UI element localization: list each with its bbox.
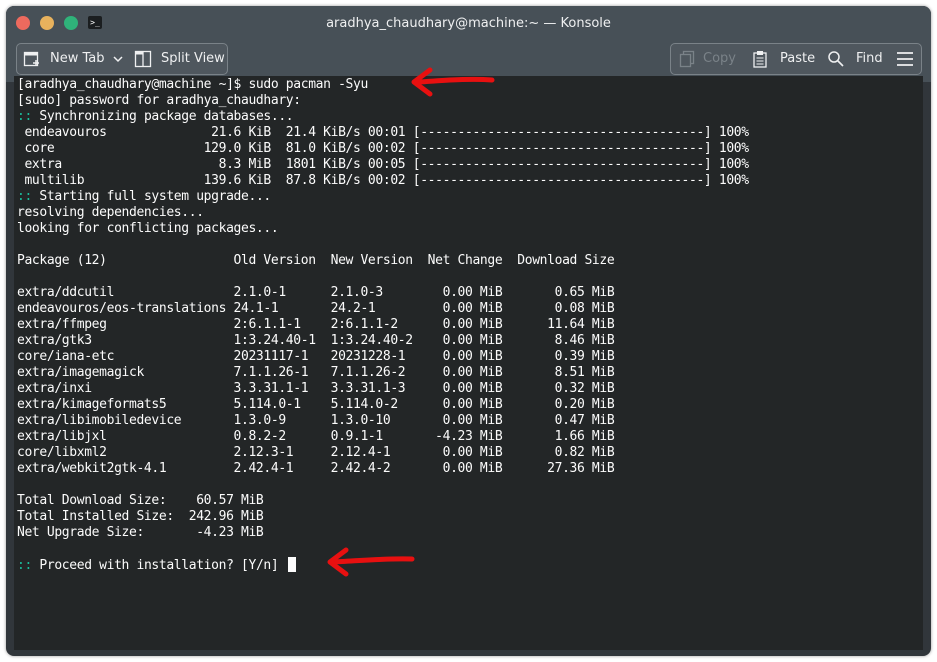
toolbar-right-group: Copy Paste Find <box>670 43 922 75</box>
package-row: extra/ddcutil 2.1.0-1 2.1.0-3 0.00 MiB 0… <box>17 285 615 300</box>
split-view-icon <box>134 50 152 68</box>
conflicts-line: looking for conflicting packages... <box>17 221 279 236</box>
sync-row: multilib 139.6 KiB 87.8 KiB/s 00:02 [---… <box>17 173 749 188</box>
find-button[interactable]: Find <box>856 44 883 74</box>
package-row: extra/ffmpeg 2:6.1.1-1 2:6.1.1-2 0.00 Mi… <box>17 317 615 332</box>
package-row: extra/kimageformats5 5.114.0-1 5.114.0-2… <box>17 397 615 412</box>
shell-prompt: [aradhya_chaudhary@machine ~]$ <box>17 77 249 92</box>
typed-command: sudo pacman -Syu <box>248 77 368 92</box>
sync-marker: :: <box>17 109 32 124</box>
proceed-marker: :: <box>17 558 40 573</box>
upgrade-marker: :: <box>17 189 32 204</box>
package-row: extra/imagemagick 7.1.1.26-1 7.1.1.26-2 … <box>17 365 615 380</box>
package-row: endeavouros/eos-translations 24.1-1 24.2… <box>17 301 615 316</box>
terminal-view[interactable]: [aradhya_chaudhary@machine ~]$ sudo pacm… <box>14 76 923 650</box>
paste-button[interactable]: Paste <box>780 44 815 74</box>
sync-header: :: Synchronizing package databases... <box>17 109 749 125</box>
package-row: extra/inxi 3.3.31.1-1 3.3.31.1-3 0.00 Mi… <box>17 381 615 396</box>
net-upgrade-size: Net Upgrade Size: -4.23 MiB <box>17 525 264 540</box>
command-line: [aradhya_chaudhary@machine ~]$ sudo pacm… <box>17 77 749 93</box>
konsole-window: >_ aradhya_chaudhary@machine:~ — Konsole… <box>6 6 931 656</box>
copy-button[interactable]: Copy <box>703 44 736 74</box>
terminal-output: [aradhya_chaudhary@machine ~]$ sudo pacm… <box>17 77 749 573</box>
chevron-down-icon[interactable] <box>113 55 123 63</box>
annotation-arrow-icon <box>411 67 495 97</box>
sync-row: core 129.0 KiB 81.0 KiB/s 00:02 [-------… <box>17 141 749 156</box>
upgrade-header: :: Starting full system upgrade... <box>17 189 749 205</box>
sync-row: extra 8.3 MiB 1801 KiB/s 00:05 [--------… <box>17 157 749 172</box>
package-row: extra/libjxl 0.8.2-2 0.9.1-1 -4.23 MiB 1… <box>17 429 615 444</box>
package-row: extra/gtk3 1:3.24.40-1 1:3.24.40-2 0.00 … <box>17 333 615 348</box>
total-installed-size: Total Installed Size: 242.96 MiB <box>17 509 264 524</box>
split-view-button[interactable]: Split View <box>161 44 225 74</box>
proceed-prompt: Proceed with installation? [Y/n] <box>39 558 286 573</box>
hamburger-menu-icon[interactable] <box>896 51 914 67</box>
sync-header-text: Synchronizing package databases... <box>31 109 294 124</box>
paste-icon <box>753 51 767 68</box>
package-row: core/iana-etc 20231117-1 20231228-1 0.00… <box>17 349 615 364</box>
toolbar-left-group: New Tab Split View <box>16 43 228 75</box>
copy-icon <box>679 50 695 68</box>
package-row: extra/libimobiledevice 1.3.0-9 1.3.0-10 … <box>17 413 615 428</box>
upgrade-header-text: Starting full system upgrade... <box>31 189 271 204</box>
new-tab-button[interactable]: New Tab <box>50 44 105 74</box>
table-header: Package (12) Old Version New Version Net… <box>17 253 615 268</box>
annotation-arrow-icon <box>327 547 415 577</box>
resolving-line: resolving dependencies... <box>17 205 204 220</box>
window-title: aradhya_chaudhary@machine:~ — Konsole <box>326 16 611 31</box>
sync-row: endeavouros 21.6 KiB 21.4 KiB/s 00:01 [-… <box>17 125 749 140</box>
search-icon <box>828 51 844 67</box>
package-row: core/libxml2 2.12.3-1 2.12.4-1 0.00 MiB … <box>17 445 615 460</box>
sudo-password-prompt: [sudo] password for aradhya_chaudhary: <box>17 93 301 108</box>
new-tab-icon <box>23 51 39 67</box>
text-cursor <box>287 557 296 572</box>
total-download-size: Total Download Size: 60.57 MiB <box>17 493 264 508</box>
title-bar: >_ aradhya_chaudhary@machine:~ — Konsole <box>6 6 931 42</box>
package-row: extra/webkit2gtk-4.1 2.42.4-1 2.42.4-2 0… <box>17 461 615 476</box>
